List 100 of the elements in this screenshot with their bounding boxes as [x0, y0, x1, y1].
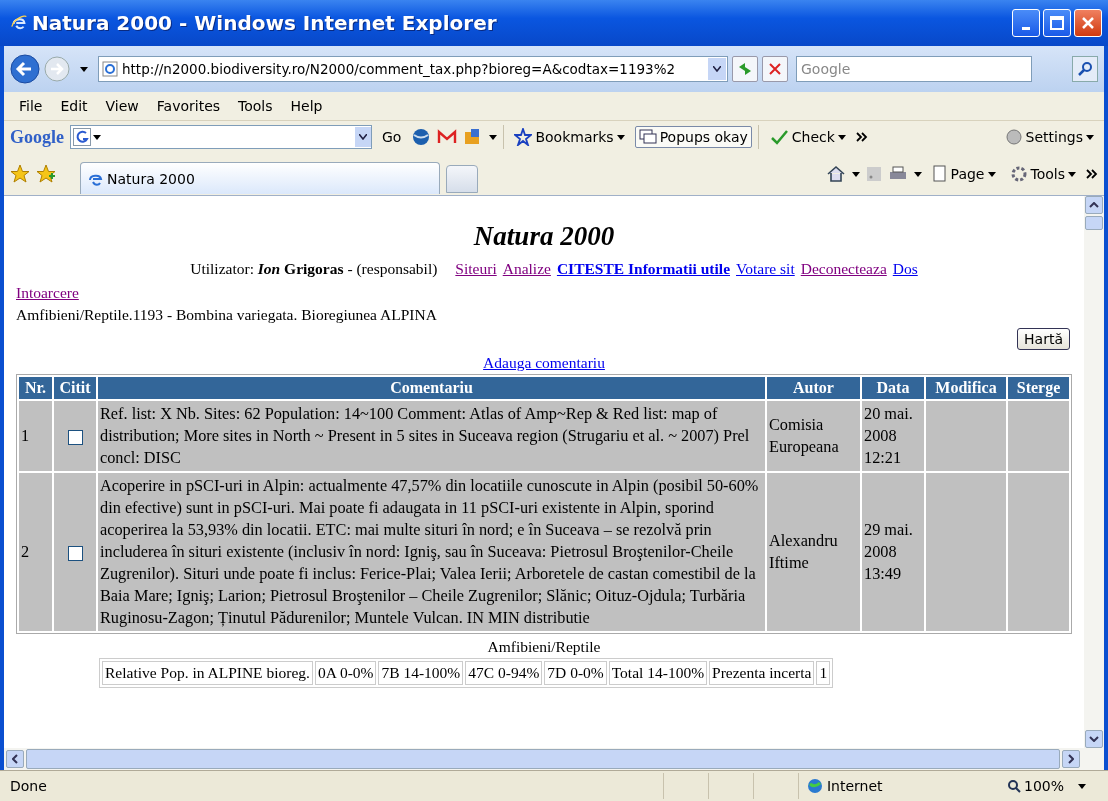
- caret-icon: [1068, 754, 1074, 764]
- letter-g-icon: [73, 128, 91, 146]
- search-button[interactable]: [1072, 56, 1098, 82]
- minimize-icon: [1022, 26, 1030, 30]
- caret-icon: [1089, 202, 1099, 208]
- star-icon: [514, 128, 533, 146]
- add-favorite-icon[interactable]: [36, 164, 56, 184]
- window-title: Natura 2000 - Windows Internet Explorer: [32, 11, 497, 35]
- favorites-star-icon[interactable]: [10, 164, 30, 184]
- column-header: Modifica: [926, 377, 1006, 399]
- back-link[interactable]: Intoarcere: [16, 284, 79, 301]
- table-cell: Ref. list: X Nb. Sites: 62 Population: 14~100 Comment: Atlas of Amp~Rep & Red list: map of distribution; More sites in North ~ Present in 5 sites in Suceava region (Strugariu et al. ~ 2007) Prel concl: DISC: [98, 401, 765, 471]
- scroll-thumb[interactable]: [1085, 216, 1103, 230]
- breadcrumb: Amfibieni/Reptile.1193 - Bombina variegata. Bioregiunea ALPINA: [16, 305, 438, 325]
- back-button[interactable]: [10, 54, 40, 84]
- table-cell: 47C 0-94%: [465, 661, 543, 685]
- nav-link[interactable]: CITESTE Informatii utile: [556, 256, 730, 282]
- zoom-button[interactable]: 100%: [1006, 778, 1064, 794]
- nav-link[interactable]: Dos: [892, 256, 918, 282]
- browser-tab[interactable]: Natura 2000: [80, 162, 440, 194]
- table-cell: 0A 0-0%: [314, 661, 377, 685]
- caret-icon[interactable]: [913, 171, 922, 177]
- bookmarks-button[interactable]: Bookmarks: [510, 125, 629, 149]
- nav-link[interactable]: Deconecteaza: [800, 256, 887, 282]
- check-button[interactable]: Check: [764, 125, 850, 149]
- map-button[interactable]: Hartă: [1017, 328, 1070, 350]
- popups-button[interactable]: Popups okay: [634, 126, 752, 148]
- scroll-left-button[interactable]: [6, 750, 24, 768]
- checkmark-icon: [768, 128, 789, 146]
- column-header: Data: [862, 377, 924, 399]
- table-cell: 7D 0-0%: [544, 661, 607, 685]
- chevron-icon[interactable]: [1086, 169, 1098, 179]
- search-field[interactable]: Google: [796, 56, 1032, 82]
- address-text: http://n2000.biodiversity.ro/N2000/comment_tax.php?bioreg=A&codtax=1193%2: [122, 61, 677, 77]
- caret-icon[interactable]: [851, 171, 860, 177]
- magnifier-icon: [1006, 779, 1021, 793]
- minimize-button[interactable]: [1012, 9, 1040, 37]
- menu-item[interactable]: File: [10, 98, 52, 114]
- google-logo: Google: [10, 126, 64, 148]
- table-cell: Comisia Europeana: [767, 401, 860, 471]
- caret-icon[interactable]: [489, 134, 498, 140]
- close-button[interactable]: [1074, 9, 1102, 37]
- scroll-right-button[interactable]: [1062, 750, 1080, 768]
- caret-icon[interactable]: [1078, 783, 1086, 789]
- nav-link[interactable]: Votare sit: [736, 256, 795, 282]
- close-icon: [1081, 16, 1095, 30]
- maximize-button[interactable]: [1043, 9, 1071, 37]
- globe-icon[interactable]: [411, 127, 432, 147]
- home-icon[interactable]: [825, 165, 846, 183]
- read-checkbox[interactable]: [67, 429, 83, 445]
- caret-icon: [12, 754, 18, 764]
- caret-icon: [837, 134, 846, 140]
- caret-icon: [359, 134, 367, 140]
- go-button[interactable]: Go: [378, 126, 406, 148]
- google-search-field[interactable]: [70, 125, 372, 149]
- table-cell: Total 14-100%: [608, 661, 708, 685]
- table-cell: Acoperire in pSCI-uri in Alpin: actualmente 47,57% din locatiile cunoscute in Alpin (posibil 50-60% din efective) sunt in pSCI-uri. Mai poate fi adaugata in 11 pSCI-uri existente in Alpin, sporind acoperirea la 53,93% din locatii. ETC: mai multe situri în nord; e în Suceava – se rezolvă prin includerea în situri existente (inclusiv în nord: Igniş, sau în Suceava: Pietrosul Broştenilor-Cheile Zugrenilor). Situri unde poate fi inclus: Ferice-Plai; Valea Ierii; Arboretele de castan comestibil de la Baia Mare; Igniş; Larion; Pietrosul Broştenilor – Cheile Zugrenilor; Slănic; Oituz-Ojdula; Turbăria Ruginosu-Zagon; Ținutul Pădurenilor; Muntele Vulcan. IN MIN distributie: [98, 473, 765, 631]
- caret-icon[interactable]: [93, 134, 101, 140]
- dropdown-button[interactable]: [708, 58, 726, 80]
- caret-icon[interactable]: [80, 66, 88, 72]
- scroll-down-button[interactable]: [1085, 730, 1103, 748]
- refresh-icon: [737, 62, 753, 76]
- settings-button[interactable]: Settings: [1000, 125, 1098, 149]
- nav-link[interactable]: Analize: [502, 256, 551, 282]
- chevron-icon[interactable]: [855, 132, 868, 142]
- search-icon: [1076, 61, 1094, 77]
- caret-icon: [713, 66, 721, 72]
- scroll-up-button[interactable]: [1085, 196, 1103, 214]
- tools-menu-button[interactable]: Tools: [1005, 162, 1080, 186]
- table-cell: Alexandru Iftime: [767, 473, 860, 631]
- nav-link[interactable]: Siteuri: [455, 256, 497, 282]
- summary-caption: Amfibieni/Reptile: [486, 637, 602, 657]
- windows-icon: [638, 129, 657, 145]
- address-field[interactable]: http://n2000.biodiversity.ro/N2000/comment_tax.php?bioreg=A&codtax=1193%2: [98, 56, 728, 82]
- column-header: Citit: [54, 377, 96, 399]
- table-cell: 1: [19, 401, 52, 471]
- page-menu-button[interactable]: Page: [927, 162, 1000, 186]
- stop-button[interactable]: [762, 56, 788, 82]
- menu-item[interactable]: Favorites: [147, 98, 230, 114]
- add-comment-link[interactable]: Adauga comentariu: [483, 354, 605, 371]
- gear-icon: [1009, 165, 1028, 183]
- menu-item[interactable]: Help: [281, 98, 332, 114]
- dropdown-button[interactable]: [355, 127, 371, 147]
- page-icon: [931, 165, 948, 183]
- menu-item[interactable]: Edit: [51, 98, 97, 114]
- table-cell: [1008, 401, 1069, 471]
- table-cell: 2: [19, 473, 52, 631]
- status-text: Done: [10, 778, 47, 794]
- caret-icon: [987, 171, 996, 177]
- caret-icon: [616, 134, 625, 140]
- mail-icon[interactable]: [437, 129, 458, 145]
- menu-item[interactable]: Tools: [229, 98, 282, 114]
- table-cell: 7B 14-100%: [378, 661, 464, 685]
- vertical-scrollbar[interactable]: [1084, 196, 1104, 748]
- globe-icon: [806, 778, 823, 794]
- column-header: Comentariu: [98, 377, 765, 399]
- menu-item[interactable]: View: [96, 98, 148, 114]
- refresh-button[interactable]: [732, 56, 758, 82]
- read-checkbox[interactable]: [67, 545, 83, 561]
- maximize-icon: [1050, 16, 1064, 30]
